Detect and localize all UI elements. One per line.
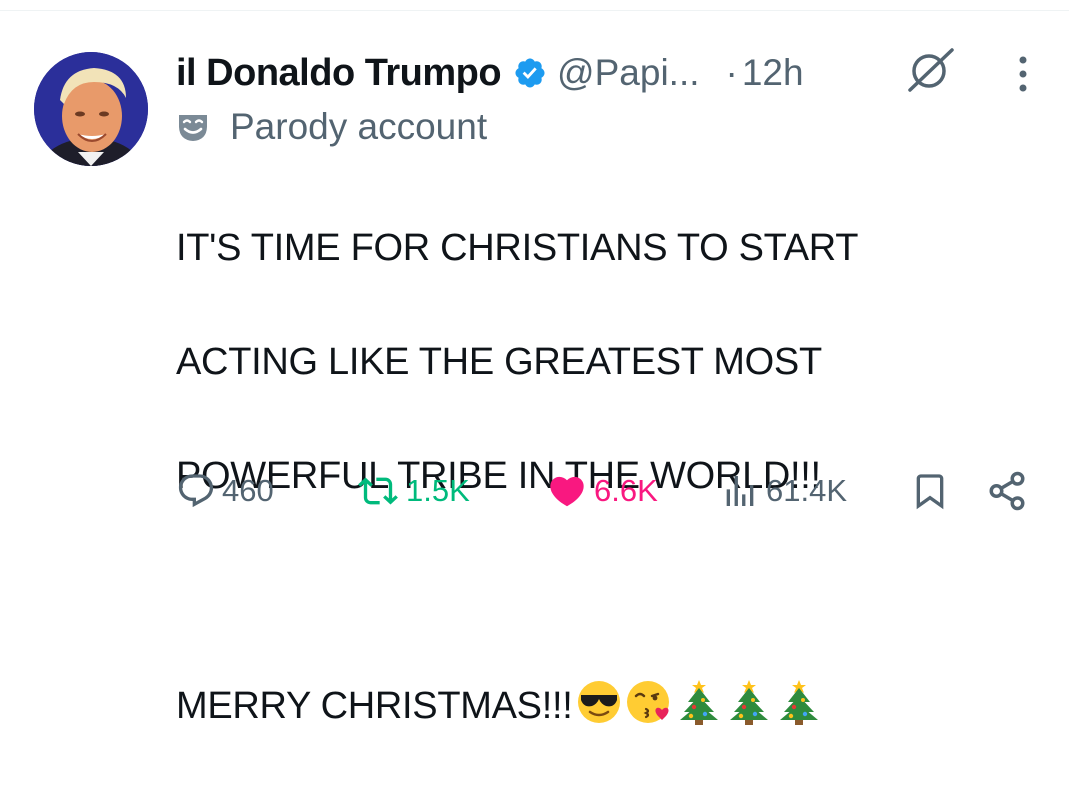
top-divider — [0, 10, 1069, 11]
parody-account-label: Parody account — [230, 106, 488, 147]
reply-icon — [178, 474, 214, 508]
tweet-line-final: MERRY CHRISTMAS!!! — [176, 676, 1036, 733]
tweet-line: MERRY CHRISTMAS!!! — [176, 685, 573, 727]
christmas-tree-emoji-icon — [680, 680, 719, 725]
views-count: 61.4K — [766, 473, 848, 508]
repost-icon — [358, 477, 398, 505]
tweet-line: IT'S TIME FOR CHRISTIANS TO START — [176, 227, 859, 269]
like-count: 6.6K — [594, 473, 658, 508]
views-button[interactable]: 61.4K — [720, 466, 847, 516]
repost-button[interactable]: 1.5K — [356, 466, 470, 516]
verified-badge-icon[interactable] — [513, 56, 547, 90]
avatar-image — [34, 52, 148, 166]
reply-count: 460 — [222, 473, 274, 508]
tweet-header: il Donaldo Trumpo @Papi... · 12h — [176, 48, 804, 98]
like-icon — [550, 476, 584, 507]
sunglasses-face-emoji-icon — [578, 681, 621, 723]
reply-button[interactable]: 460 — [176, 466, 274, 516]
repost-count: 1.5K — [406, 473, 470, 508]
parody-label-row: Parody account — [176, 104, 487, 150]
display-name[interactable]: il Donaldo Trumpo — [176, 52, 502, 95]
separator-dot: · — [725, 52, 738, 93]
kissing-face-emoji-icon — [627, 681, 670, 723]
tweet-line: ACTING LIKE THE GREATEST MOST — [176, 341, 822, 383]
timestamp[interactable]: 12h — [742, 52, 804, 94]
christmas-tree-emoji-icon — [780, 680, 819, 725]
share-icon — [989, 471, 1025, 511]
tweet-actions: 460 1.5K 6.6K 61.4K — [0, 466, 1069, 516]
bookmark-icon — [916, 474, 944, 510]
like-button[interactable]: 6.6K — [546, 466, 658, 516]
handle[interactable]: @Papi... — [557, 52, 699, 94]
parody-mask-icon — [179, 115, 207, 141]
emoji-group — [574, 676, 824, 726]
christmas-tree-emoji-icon — [730, 680, 769, 725]
grok-icon[interactable] — [904, 44, 956, 96]
views-icon — [726, 476, 754, 506]
avatar[interactable] — [34, 52, 148, 166]
share-button[interactable] — [986, 466, 1028, 516]
more-icon[interactable] — [1012, 54, 1034, 94]
bookmark-button[interactable] — [910, 466, 950, 516]
